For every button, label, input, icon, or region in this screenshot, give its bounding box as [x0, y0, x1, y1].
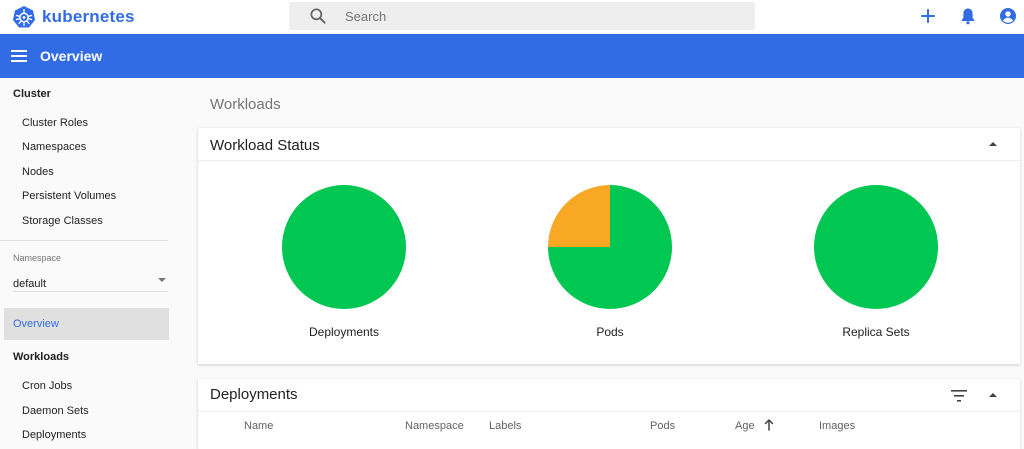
kubernetes-logo[interactable]: kubernetes — [12, 5, 135, 29]
sidebar-divider — [0, 240, 168, 241]
card-divider — [198, 160, 1020, 161]
top-actions — [918, 6, 1024, 26]
chevron-down-icon — [158, 278, 166, 282]
sidebar-item-cron-jobs[interactable]: Cron Jobs — [22, 380, 72, 392]
brand-name: kubernetes — [42, 7, 135, 26]
sidebar-item-label: Overview — [13, 318, 59, 330]
workload-status-card: Workload Status Deployments Pods Replica… — [198, 128, 1020, 364]
replica-sets-status-chart — [814, 185, 938, 309]
section-heading: Workloads — [210, 96, 281, 113]
top-bar: kubernetes — [0, 0, 1024, 34]
menu-icon[interactable] — [10, 47, 28, 65]
pie-chart — [282, 185, 406, 309]
kubernetes-logo-icon — [13, 6, 35, 28]
sidebar: Cluster Cluster Roles Namespaces Nodes P… — [0, 78, 180, 441]
deployments-status-chart — [282, 185, 406, 309]
sidebar-item-cluster-roles[interactable]: Cluster Roles — [22, 117, 88, 129]
sidebar-section-workloads[interactable]: Workloads — [13, 351, 69, 363]
account-icon[interactable] — [998, 6, 1018, 26]
notifications-icon[interactable] — [958, 6, 978, 26]
column-header-age[interactable]: Age — [735, 420, 755, 432]
column-header-pods: Pods — [650, 420, 676, 432]
namespace-value: default — [13, 278, 47, 290]
filter-icon[interactable] — [951, 390, 967, 402]
sidebar-section-cluster[interactable]: Cluster — [13, 88, 51, 100]
column-header-name[interactable]: Name — [244, 420, 273, 432]
pie-slice-running — [282, 185, 406, 309]
chart-label: Deployments — [308, 325, 380, 339]
search-input[interactable] — [345, 8, 725, 24]
column-header-labels: Labels — [489, 420, 522, 432]
pie-chart — [814, 185, 938, 309]
sidebar-item-overview[interactable]: Overview — [4, 308, 169, 340]
pie-chart — [548, 185, 672, 309]
arrow-up-icon[interactable] — [764, 419, 774, 431]
search-bar[interactable] — [289, 2, 755, 30]
chart-label: Replica Sets — [842, 325, 910, 339]
card-title: Deployments — [210, 386, 298, 403]
sidebar-item-deployments[interactable]: Deployments — [22, 429, 86, 441]
page-title: Overview — [40, 48, 103, 64]
collapse-icon[interactable] — [989, 393, 997, 397]
sidebar-item-namespaces[interactable]: Namespaces — [22, 141, 86, 153]
namespace-label: Namespace — [13, 253, 62, 263]
column-header-namespace[interactable]: Namespace — [405, 420, 464, 432]
card-title: Workload Status — [210, 137, 320, 154]
column-header-images: Images — [819, 420, 856, 432]
sidebar-item-daemon-sets[interactable]: Daemon Sets — [22, 405, 89, 417]
chart-label: Pods — [596, 325, 624, 339]
namespace-select[interactable]: default — [13, 274, 168, 292]
card-divider — [198, 411, 1020, 412]
pie-slice-running — [814, 185, 938, 309]
pods-status-chart — [548, 185, 672, 309]
sidebar-item-persistent-volumes[interactable]: Persistent Volumes — [22, 190, 116, 202]
sidebar-item-storage-classes[interactable]: Storage Classes — [22, 215, 103, 227]
add-icon[interactable] — [918, 6, 938, 26]
app-bar: Overview — [0, 34, 1024, 78]
collapse-icon[interactable] — [989, 142, 997, 146]
search-icon — [310, 8, 326, 24]
pie-slice-pending — [548, 185, 610, 247]
sidebar-item-nodes[interactable]: Nodes — [22, 166, 54, 178]
